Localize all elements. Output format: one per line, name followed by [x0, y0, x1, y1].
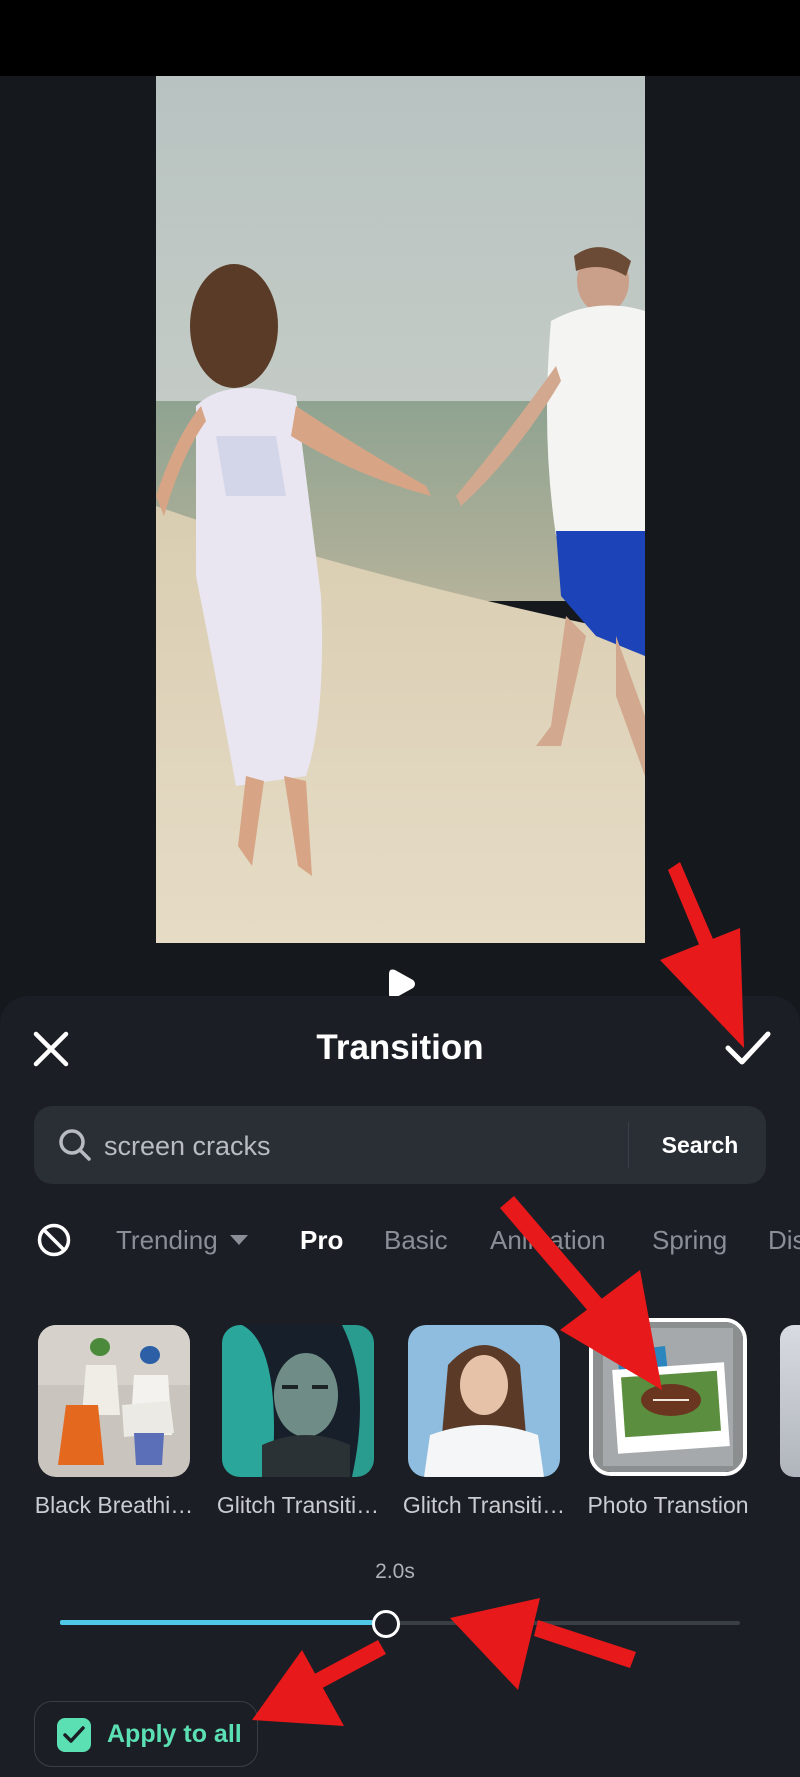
transition-label: Glitch Transiti… — [402, 1492, 566, 1518]
checkbox-checked-icon — [57, 1718, 91, 1752]
transition-thumb-photo[interactable] — [589, 1318, 747, 1476]
video-preview — [156, 76, 645, 943]
tab-trending[interactable]: Trending — [116, 1222, 218, 1258]
search-input[interactable] — [102, 1120, 646, 1172]
duration-slider-fill — [60, 1620, 387, 1625]
transition-thumb-partial[interactable] — [780, 1325, 800, 1477]
search-bar: Search — [34, 1106, 766, 1184]
transition-thumb-glitch-1[interactable] — [222, 1325, 374, 1477]
tab-spring[interactable]: Spring — [652, 1222, 727, 1258]
status-bar — [0, 0, 800, 76]
search-button[interactable]: Search — [634, 1106, 766, 1184]
tab-basic[interactable]: Basic — [384, 1222, 448, 1258]
tab-dis[interactable]: Dis — [768, 1222, 800, 1258]
search-divider — [628, 1122, 629, 1168]
transition-label: Photo Transtion — [587, 1492, 749, 1518]
no-transition-icon[interactable] — [36, 1222, 72, 1258]
tab-pro[interactable]: Pro — [300, 1222, 343, 1258]
transition-thumb-black-breathing[interactable] — [38, 1325, 190, 1477]
caret-down-icon[interactable] — [229, 1234, 249, 1246]
transition-label: Glitch Transiti… — [216, 1492, 380, 1518]
duration-value: 2.0s — [375, 1560, 415, 1583]
transition-label: Black Breathi… — [34, 1492, 194, 1518]
transition-thumb-glitch-2[interactable] — [408, 1325, 560, 1477]
apply-to-all-label: Apply to all — [107, 1720, 242, 1748]
checkmark-icon[interactable] — [724, 1028, 772, 1068]
tab-animation[interactable]: Animation — [490, 1222, 606, 1258]
search-icon — [59, 1129, 91, 1161]
sheet-title: Transition — [316, 1028, 484, 1067]
apply-to-all-toggle[interactable]: Apply to all — [34, 1701, 258, 1767]
